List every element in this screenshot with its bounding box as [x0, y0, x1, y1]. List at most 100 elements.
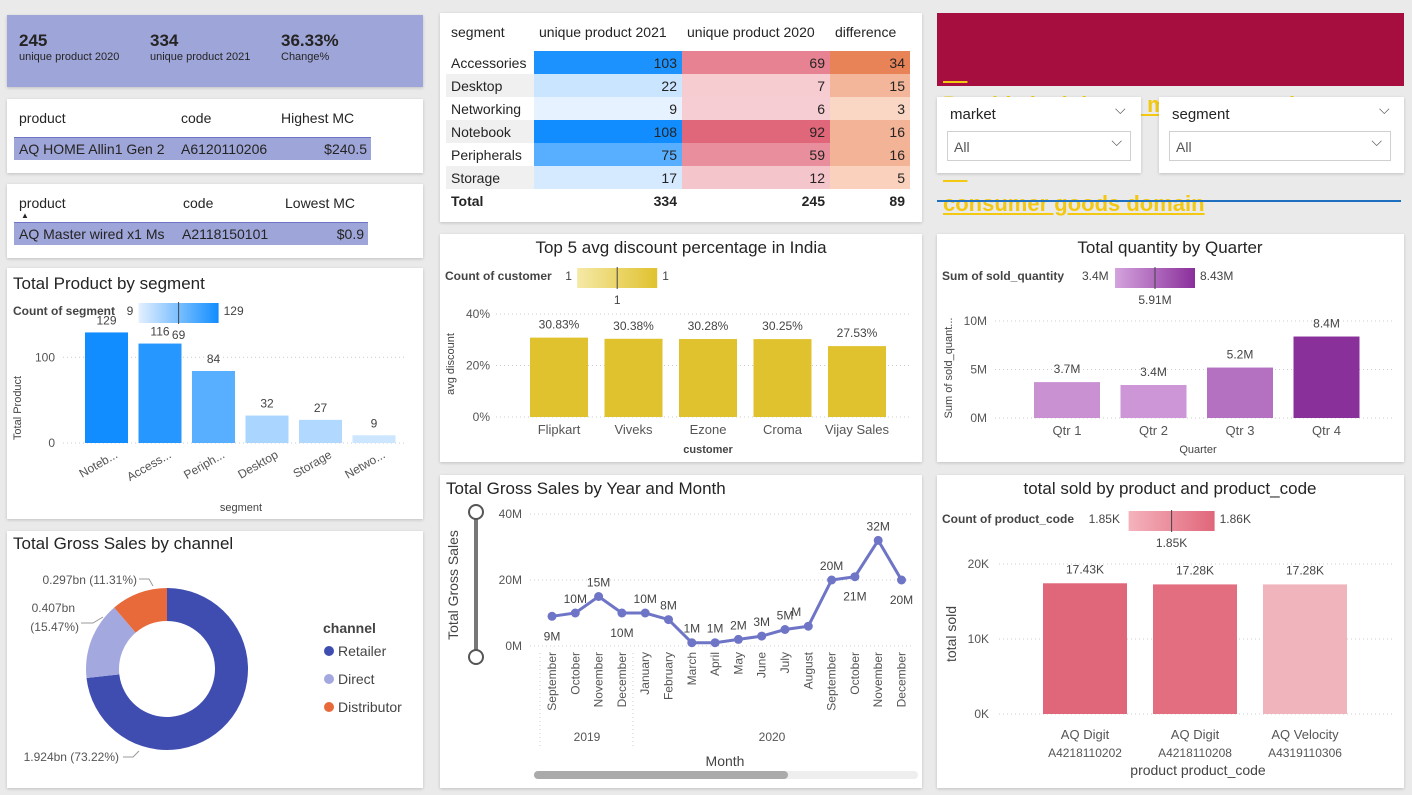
bar	[1120, 385, 1187, 418]
x-tick-label: Noteb...	[77, 447, 120, 480]
legend-marker	[324, 674, 334, 684]
column-header[interactable]: Lowest MC	[285, 195, 355, 211]
data-label: 30.28%	[688, 319, 729, 333]
data-label: (15.47%)	[30, 620, 79, 634]
bar	[604, 338, 663, 417]
column-header[interactable]: code	[181, 110, 211, 126]
legend-title: Count of customer	[445, 269, 552, 283]
chart-title: Top 5 avg discount percentage in India	[535, 238, 827, 257]
data-label: 129	[96, 313, 116, 327]
total-cell: 245	[801, 192, 825, 209]
data-point	[733, 634, 743, 644]
legend-min: 1.85K	[1089, 512, 1120, 526]
column-header[interactable]: difference	[830, 13, 910, 51]
y-axis-label: Total Product	[12, 376, 24, 440]
data-label: 30.25%	[762, 319, 803, 333]
value-cell: 6	[682, 97, 830, 120]
data-point	[803, 621, 813, 631]
market-dropdown[interactable]: All ⌵	[947, 131, 1131, 161]
segment-cell: Networking	[446, 97, 534, 120]
legend-min: 9	[127, 304, 134, 318]
discount-chart-card: Top 5 avg discount percentage in India Co…	[440, 234, 922, 462]
x-tick-label: July	[778, 652, 792, 673]
data-label: 0.407bn	[32, 601, 75, 615]
legend-max: 129	[224, 304, 244, 318]
x-tick-label: June	[755, 652, 769, 678]
data-point	[780, 625, 790, 634]
x-tick-label: Storage	[291, 447, 335, 480]
value-cell: 17	[534, 166, 682, 189]
x-tick-label: Vijay Sales	[825, 422, 890, 437]
data-label: 9	[371, 416, 378, 430]
data-point	[570, 608, 580, 618]
segment-cell: Peripherals	[446, 143, 534, 166]
chevron-down-icon[interactable]: ⌵	[1379, 101, 1390, 118]
table-row[interactable]: Storage 17 12 5	[446, 166, 910, 189]
chevron-down-icon: ⌵	[1111, 133, 1122, 149]
legend-item: Direct	[338, 671, 375, 687]
legend-min: 1	[565, 269, 572, 283]
data-label: 32M	[867, 519, 890, 533]
column-header[interactable]: code	[183, 195, 213, 211]
y-tick-label: 5M	[970, 363, 987, 377]
table-row[interactable]: Peripherals 75 59 16	[446, 143, 910, 166]
data-label: 3.7M	[1054, 362, 1081, 376]
table-header: product ▲ code Lowest MC	[19, 195, 371, 220]
legend-max: 8.43M	[1200, 269, 1233, 283]
data-label: 10M	[610, 626, 633, 640]
data-label: 8.4M	[1313, 317, 1340, 331]
y-tick-label: 100	[35, 350, 55, 364]
x-tick-label: Flipkart	[538, 422, 581, 437]
table-row[interactable]: Notebook 108 92 16	[446, 120, 910, 143]
leader-line	[139, 578, 154, 587]
y-tick-label: 20%	[466, 359, 490, 373]
bar	[753, 339, 812, 417]
zoom-handle	[468, 504, 484, 520]
table-row[interactable]: Networking 9 6 3	[446, 97, 910, 120]
bar	[828, 346, 886, 417]
legend-title: Count of product_code	[942, 512, 1074, 526]
product-bar-chart: total sold by product and product_code Co…	[942, 479, 1393, 778]
data-point	[897, 575, 906, 585]
gross-sales-chart-card: Total Gross Sales by Year and Month Total…	[440, 475, 922, 788]
legend-max: 1.86K	[1220, 512, 1251, 526]
data-label: 116	[150, 325, 169, 339]
insights-banner: Provide insights to management in consum…	[937, 13, 1404, 216]
scrollbar-thumb	[534, 771, 788, 779]
value-cell: 34	[830, 51, 910, 74]
legend-marker-label: 69	[172, 328, 186, 342]
bar	[352, 435, 396, 443]
column-header[interactable]: product	[19, 195, 66, 211]
value-cell: 7	[682, 74, 830, 97]
data-label: 32	[260, 397, 274, 411]
data-label: 10M	[634, 592, 657, 606]
product-cell: AQ HOME Allin1 Gen 2	[19, 141, 165, 157]
column-header[interactable]: segment	[446, 13, 534, 51]
column-header[interactable]: unique product 2020	[682, 13, 830, 51]
value-cell: 103	[534, 51, 682, 74]
data-point	[640, 608, 650, 618]
legend-item: Distributor	[338, 699, 402, 715]
column-header[interactable]: product	[19, 110, 66, 126]
table-row[interactable]: Desktop 22 7 15	[446, 74, 910, 97]
segment-dropdown[interactable]: All ⌵	[1169, 131, 1391, 161]
zoom-handle	[468, 649, 484, 665]
x-tick-label: AQ Digit	[1171, 727, 1220, 742]
chart-title: Total Product by segment	[13, 274, 205, 293]
column-header[interactable]: Highest MC	[281, 110, 354, 126]
kpi-item: 245 unique product 2020	[19, 31, 119, 63]
table-row[interactable]: Accessories 103 69 34	[446, 51, 910, 74]
data-label: 30.38%	[613, 319, 654, 333]
x-tick-label: AQ Digit	[1061, 727, 1110, 742]
year-label: 2019	[574, 730, 601, 744]
segment-cell: Storage	[446, 166, 534, 189]
table-row[interactable]: AQ HOME Allin1 Gen 2 A6120110206 $240.5	[14, 137, 371, 160]
table-row[interactable]: AQ Master wired x1 Ms A2118150101 $0.9	[14, 222, 368, 245]
slicer-title: market	[950, 106, 996, 123]
value-cell: 75	[534, 143, 682, 166]
x-tick-label: Qtr 4	[1312, 423, 1341, 438]
x-axis-label: customer	[683, 444, 733, 456]
y-tick-label: 20K	[968, 557, 989, 571]
column-header[interactable]: unique product 2021	[534, 13, 682, 51]
chevron-down-icon[interactable]: ⌵	[1115, 101, 1126, 118]
